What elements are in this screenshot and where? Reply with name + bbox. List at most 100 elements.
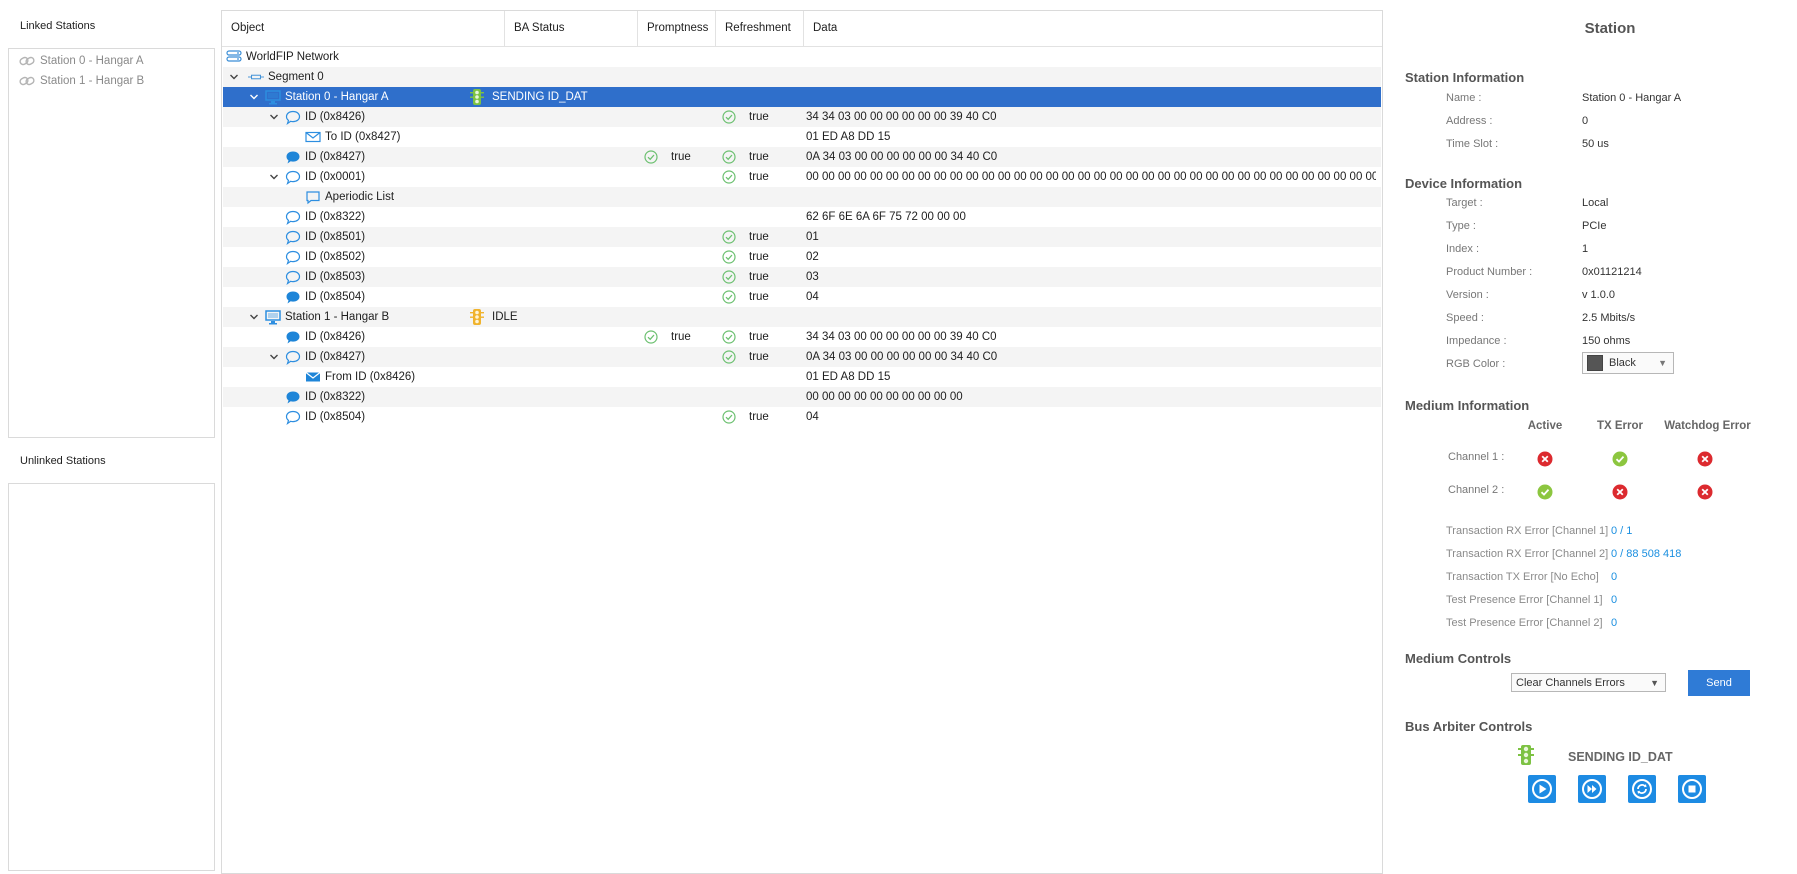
chevron-down-icon[interactable] (228, 67, 240, 87)
object-cell: ID (0x8502) (285, 247, 365, 267)
tree-row[interactable]: Aperiodic List (223, 187, 1381, 207)
data-cell: 0A 34 03 00 00 00 00 00 00 34 40 C0 (806, 151, 998, 163)
refreshment-value: true (749, 231, 769, 243)
medium-command-dropdown[interactable]: Clear Channels Errors ▼ (1511, 673, 1666, 692)
medium-information-heading: Medium Information (1405, 398, 1530, 413)
rgb-color-value: Black (1609, 357, 1636, 369)
column-header-promptness[interactable]: Promptness (638, 11, 716, 46)
speech-bubble-outline-icon (285, 209, 301, 225)
tree-row-label: ID (0x8502) (305, 251, 366, 263)
tree-row[interactable]: From ID (0x8426) 01 ED A8 DD 15 (223, 367, 1381, 387)
tree-row-label: ID (0x8426) (305, 331, 366, 343)
column-header-data[interactable]: Data (804, 11, 1381, 46)
tree-row[interactable]: ID (0x8426) true true 34 34 03 00 00 00 00 … (223, 327, 1381, 347)
tree-row[interactable]: ID (0x8427) true true 0A 34 03 00 00 00 00 … (223, 147, 1381, 167)
ba-status-text: IDLE (492, 311, 518, 323)
tree-row[interactable]: ID (0x0001) true 00 00 00 00 00 00 00 00 0… (223, 167, 1381, 187)
data-cell: 04 (806, 411, 819, 423)
chevron-down-icon[interactable] (268, 107, 280, 127)
refreshment-value: true (749, 251, 769, 263)
version-label: Version : (1446, 289, 1489, 301)
refreshment-value: true (749, 271, 769, 283)
data-cell: 01 (806, 231, 819, 243)
object-cell: ID (0x8501) (285, 227, 365, 247)
play-button[interactable] (1528, 775, 1556, 803)
envelope-icon (305, 129, 321, 145)
data-cell: 04 (806, 291, 819, 303)
data-cell: 34 34 03 00 00 00 00 00 00 39 40 C0 (806, 111, 997, 123)
network-icon (226, 49, 242, 65)
tree-row-label: Station 1 - Hangar B (285, 311, 390, 323)
tx-error-no-echo-value: 0 (1611, 571, 1618, 583)
send-button[interactable]: Send (1688, 670, 1750, 696)
chevron-down-icon[interactable] (268, 167, 280, 187)
rx-error-ch1-value: 0 / 1 (1611, 525, 1633, 537)
refreshment-cell: true (722, 267, 769, 287)
object-cell: ID (0x8504) (285, 407, 365, 427)
tree-row-label: ID (0x8322) (305, 211, 366, 223)
column-header-refreshment[interactable]: Refreshment (716, 11, 804, 46)
refresh-button[interactable] (1628, 775, 1656, 803)
tree-row[interactable]: To ID (0x8427) 01 ED A8 DD 15 (223, 127, 1381, 147)
check-circle-icon (722, 330, 743, 344)
tree-row[interactable]: ID (0x8504) true 04 (223, 287, 1381, 307)
object-cell: ID (0x8503) (285, 267, 365, 287)
index-value: 1 (1582, 243, 1589, 255)
refreshment-value: true (749, 351, 769, 363)
refreshment-value: true (749, 171, 769, 183)
tree-row[interactable]: Station 0 - Hangar A SENDING ID_DAT (223, 87, 1381, 107)
speech-bubble-outline-icon (285, 229, 301, 245)
object-cell: Aperiodic List (305, 187, 394, 207)
tree-row[interactable]: ID (0x8502) true 02 (223, 247, 1381, 267)
tree-row[interactable]: ID (0x8504) true 04 (223, 407, 1381, 427)
stop-button[interactable] (1678, 775, 1706, 803)
tree-row[interactable]: WorldFIP Network (223, 47, 1381, 67)
tree-row[interactable]: ID (0x8322) 00 00 00 00 00 00 00 00 00 00 (223, 387, 1381, 407)
object-cell: ID (0x0001) (285, 167, 365, 187)
check-circle-icon (644, 330, 665, 344)
tree-row[interactable]: Station 1 - Hangar B IDLE (223, 307, 1381, 327)
tree-row-label: ID (0x0001) (305, 171, 366, 183)
check-circle-icon (722, 110, 743, 124)
tree-row[interactable]: ID (0x8426) true 34 34 03 00 00 00 00 00 0… (223, 107, 1381, 127)
chevron-down-icon[interactable] (268, 347, 280, 367)
linked-stations-list[interactable]: Station 0 - Hangar A Station 1 - Hangar … (8, 48, 215, 438)
tree-row[interactable]: ID (0x8501) true 01 (223, 227, 1381, 247)
chevron-down-icon[interactable] (248, 307, 260, 327)
tree-row[interactable]: ID (0x8427) true 0A 34 03 00 00 00 00 00 0… (223, 347, 1381, 367)
error-status-icon (1697, 451, 1713, 467)
product-number-value: 0x01121214 (1582, 266, 1642, 278)
tree-row[interactable]: Segment 0 (223, 67, 1381, 87)
check-circle-icon (722, 230, 743, 244)
column-header-ba-status[interactable]: BA Status (505, 11, 638, 46)
linked-station-label: Station 1 - Hangar B (40, 75, 145, 87)
tree-row-label: To ID (0x8427) (325, 131, 401, 143)
linked-station-item[interactable]: Station 0 - Hangar A (19, 52, 144, 70)
column-header-object[interactable]: Object (222, 11, 505, 46)
speed-label: Speed : (1446, 312, 1484, 324)
station-information-heading: Station Information (1405, 70, 1525, 85)
chevron-down-icon[interactable] (248, 87, 260, 107)
version-value: v 1.0.0 (1582, 289, 1616, 301)
linked-station-item[interactable]: Station 1 - Hangar B (19, 72, 144, 90)
traffic-light-yellow-icon (469, 309, 485, 325)
refreshment-cell: true (722, 287, 769, 307)
object-cell: ID (0x8504) (285, 287, 365, 307)
object-cell: Segment 0 (248, 67, 324, 87)
tree-row[interactable]: ID (0x8322) 62 6F 6E 6A 6F 75 72 00 00 00 (223, 207, 1381, 227)
refreshment-value: true (749, 111, 769, 123)
object-tree-grid[interactable]: Object BA Status Promptness Refreshment … (221, 10, 1383, 874)
tx-error-column-label: TX Error (1596, 420, 1643, 432)
index-label: Index : (1446, 243, 1480, 255)
fast-forward-button[interactable] (1578, 775, 1606, 803)
address-label: Address : (1446, 115, 1493, 127)
unlinked-stations-list[interactable] (8, 483, 215, 871)
presence-error-ch1-label: Test Presence Error [Channel 1] (1446, 594, 1603, 606)
chevron-down-icon: ▼ (1658, 358, 1667, 368)
rgb-color-dropdown[interactable]: Black ▼ (1582, 352, 1674, 374)
tree-row[interactable]: ID (0x8503) true 03 (223, 267, 1381, 287)
rx-error-ch2-label: Transaction RX Error [Channel 2] (1446, 548, 1609, 560)
channel-1-label: Channel 1 : (1448, 451, 1505, 463)
data-cell: 34 34 03 00 00 00 00 00 00 39 40 C0 (806, 331, 997, 343)
refreshment-cell: true (722, 407, 769, 427)
